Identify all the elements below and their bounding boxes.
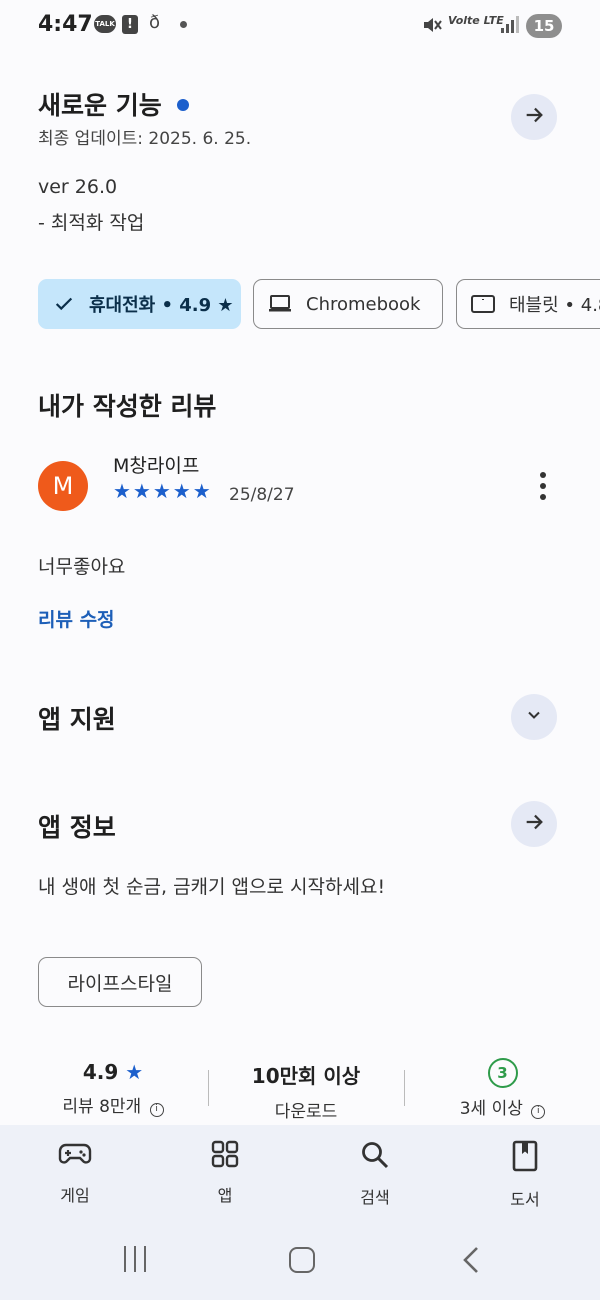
nav-books-label: 도서 (510, 1190, 540, 1209)
review-text: 너무좋아요 (38, 556, 126, 578)
whats-new-section: 새로운 기능 (38, 86, 189, 122)
info-icon: i (531, 1105, 546, 1119)
signal-icon (500, 14, 520, 38)
chip-tablet-label: 태블릿 • 4.8 (509, 295, 600, 316)
app-description: 내 생애 첫 순금, 금캐기 앱으로 시작하세요! (38, 876, 386, 898)
review-star-rating: ★★★★★ (113, 479, 213, 503)
stat-rating: 4.9 ★ 리뷰 8만개 i (38, 1060, 188, 1117)
chip-phone-label: 휴대전화 • 4.9 ★ (89, 295, 234, 316)
nav-apps[interactable]: 앱 (175, 1140, 275, 1206)
nav-games[interactable]: 게임 (25, 1140, 125, 1206)
chip-chromebook[interactable]: Chromebook (253, 279, 443, 329)
stat-age-rating: 3 3세 이상 i (430, 1058, 575, 1119)
nav-search-label: 검색 (360, 1188, 390, 1207)
apps-grid-icon (211, 1140, 239, 1172)
rating-count-label: 리뷰 8만개 (62, 1097, 142, 1117)
app-info-title: 앱 정보 (38, 813, 116, 842)
tablet-icon (471, 295, 495, 313)
stat-divider (208, 1070, 209, 1106)
status-bar: 4:47 TALK ! ð Volte LTE 15 (0, 0, 600, 54)
last-updated: 최종 업데이트: 2025. 6. 25. (38, 129, 252, 149)
volte-lte-icon: Volte LTE (448, 14, 504, 27)
rating-value: 4.9 (82, 1060, 119, 1084)
back-icon (460, 1247, 482, 1278)
category-chip[interactable]: 라이프스타일 (38, 957, 202, 1007)
review-more-options-icon[interactable] (530, 470, 556, 502)
laptop-icon (268, 294, 292, 314)
kakaotalk-icon: TALK (94, 15, 116, 33)
nav-apps-label: 앱 (217, 1186, 233, 1205)
new-indicator-dot (176, 99, 189, 111)
more-notifications-dot (180, 21, 187, 28)
check-icon (53, 293, 75, 315)
recent-apps-button[interactable] (120, 1246, 150, 1274)
app-support-title: 앱 지원 (38, 705, 116, 734)
nav-games-label: 게임 (60, 1186, 90, 1205)
app-support-expand-button[interactable] (511, 694, 557, 740)
age-rating-label: 3세 이상 (459, 1099, 523, 1119)
chip-tablet[interactable]: 태블릿 • 4.8 (456, 279, 600, 329)
alert-icon: ! (122, 15, 138, 34)
review-date: 25/8/27 (229, 485, 295, 505)
review-user-name: M창라이프 (113, 455, 200, 477)
edit-review-link[interactable]: 리뷰 수정 (38, 605, 115, 632)
version-text: ver 26.0 (38, 176, 118, 198)
chip-chromebook-label: Chromebook (306, 293, 421, 315)
notification-app-icon: ð (149, 12, 161, 33)
downloads-value: 10만회 이상 (251, 1064, 361, 1088)
my-review-title: 내가 작성한 리뷰 (38, 392, 217, 421)
rating-value-row: 4.9 ★ (38, 1060, 188, 1084)
app-info-arrow-button[interactable] (511, 801, 557, 847)
mute-icon (421, 14, 443, 40)
nav-search[interactable]: 검색 (325, 1140, 425, 1208)
status-time: 4:47 (38, 12, 93, 37)
gamepad-icon (58, 1140, 92, 1172)
search-icon (360, 1140, 390, 1174)
home-button[interactable] (289, 1247, 315, 1273)
battery-indicator: 15 (526, 14, 562, 38)
back-button[interactable] (460, 1246, 482, 1278)
chip-phone[interactable]: 휴대전화 • 4.9 ★ (38, 279, 241, 329)
stat-downloads: 10만회 이상 다운로드 (226, 1060, 386, 1122)
update-note: - 최적화 작업 (38, 212, 145, 234)
downloads-label: 다운로드 (274, 1102, 338, 1122)
whats-new-arrow-button[interactable] (511, 94, 557, 140)
nav-books[interactable]: 도서 (475, 1140, 575, 1210)
stat-divider (404, 1070, 405, 1106)
age-rating-badge: 3 (487, 1058, 518, 1088)
chevron-down-icon (524, 705, 544, 729)
recent-apps-icon (124, 1246, 146, 1274)
age-rating-label-row: 3세 이상 i (460, 1094, 546, 1119)
arrow-right-icon (523, 104, 545, 130)
book-icon (512, 1140, 538, 1176)
arrow-right-icon (523, 811, 545, 837)
avatar: M (38, 461, 88, 511)
star-icon: ★ (125, 1060, 144, 1084)
whats-new-title: 새로운 기능 (38, 91, 162, 120)
info-icon: i (149, 1103, 164, 1117)
rating-label-row: 리뷰 8만개 i (38, 1092, 188, 1117)
